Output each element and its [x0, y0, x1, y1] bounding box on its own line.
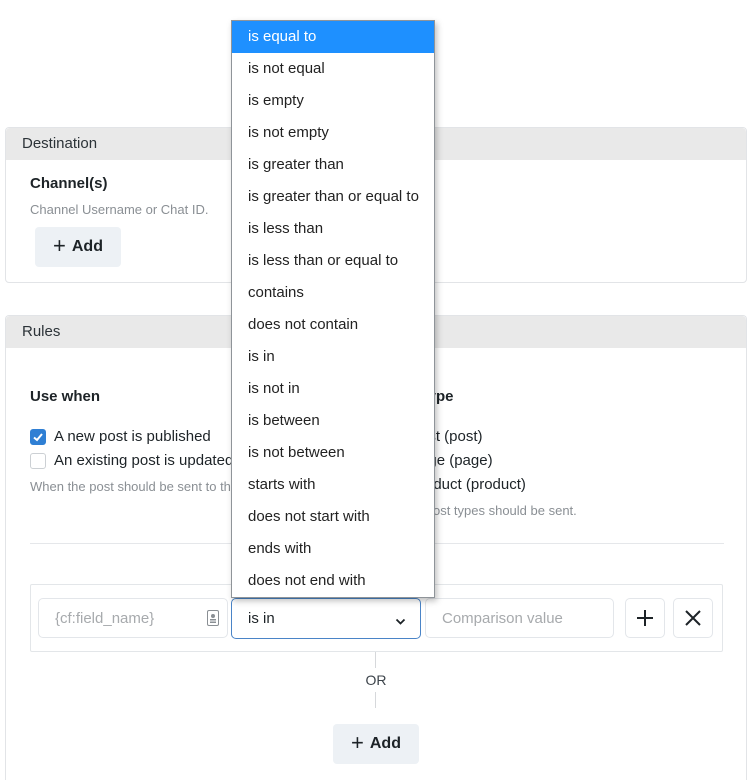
operator-option[interactable]: is not in	[232, 373, 434, 405]
remove-condition-button[interactable]	[673, 598, 713, 638]
chevron-down-icon	[395, 613, 406, 630]
plus-icon: +	[53, 233, 66, 258]
operator-select-value: is in	[248, 610, 275, 627]
channels-help: Channel Username or Chat ID.	[30, 202, 209, 217]
checkbox-unchecked[interactable]	[30, 452, 46, 469]
use-when-updated-post[interactable]: An existing post is updated	[30, 452, 233, 469]
operator-option[interactable]: ends with	[232, 533, 434, 565]
operator-dropdown-list: is equal to is not equal is empty is not em…	[231, 20, 435, 598]
operator-option[interactable]: is not between	[232, 437, 434, 469]
operator-option[interactable]: contains	[232, 277, 434, 309]
operator-option[interactable]: is empty	[232, 85, 434, 117]
plus-icon: +	[351, 730, 364, 755]
operator-option[interactable]: does not start with	[232, 501, 434, 533]
checkbox-checked[interactable]	[30, 428, 46, 445]
use-when-new-post[interactable]: A new post is published	[30, 428, 211, 445]
close-icon	[685, 610, 701, 626]
comparison-value-placeholder: Comparison value	[442, 609, 563, 627]
operator-option[interactable]: is greater than	[232, 149, 434, 181]
operator-option[interactable]: is not empty	[232, 117, 434, 149]
operator-option[interactable]: is in	[232, 341, 434, 373]
or-line-bottom	[375, 692, 376, 708]
custom-field-placeholder: {cf:field_name}	[55, 609, 155, 627]
operator-option[interactable]: is equal to	[232, 21, 434, 53]
operator-option[interactable]: does not end with	[232, 565, 434, 597]
or-label: OR	[365, 672, 387, 688]
or-line-top	[375, 652, 376, 668]
operator-option[interactable]: starts with	[232, 469, 434, 501]
operator-option[interactable]: is not equal	[232, 53, 434, 85]
channels-label: Channel(s)	[30, 175, 108, 192]
custom-field-input[interactable]: {cf:field_name}	[38, 598, 228, 638]
operator-option[interactable]: is less than or equal to	[232, 245, 434, 277]
operator-option[interactable]: is greater than or equal to	[232, 181, 434, 213]
use-when-updated-post-label: An existing post is updated	[54, 452, 234, 469]
add-condition-button[interactable]	[625, 598, 665, 638]
check-icon	[33, 432, 43, 441]
add-rule-group-button[interactable]: + Add	[333, 724, 419, 764]
contact-card-icon	[207, 610, 219, 630]
operator-option[interactable]: is between	[232, 405, 434, 437]
use-when-new-post-label: A new post is published	[54, 428, 211, 445]
operator-select[interactable]: is in	[231, 598, 421, 639]
plus-icon	[637, 610, 653, 626]
add-channel-label: Add	[71, 238, 103, 255]
operator-option[interactable]: does not contain	[232, 309, 434, 341]
comparison-value-input[interactable]: Comparison value	[425, 598, 614, 638]
add-rule-group-label: Add	[369, 735, 401, 752]
operator-option[interactable]: is less than	[232, 213, 434, 245]
use-when-label: Use when	[30, 388, 101, 405]
add-channel-button[interactable]: + Add	[35, 227, 121, 267]
